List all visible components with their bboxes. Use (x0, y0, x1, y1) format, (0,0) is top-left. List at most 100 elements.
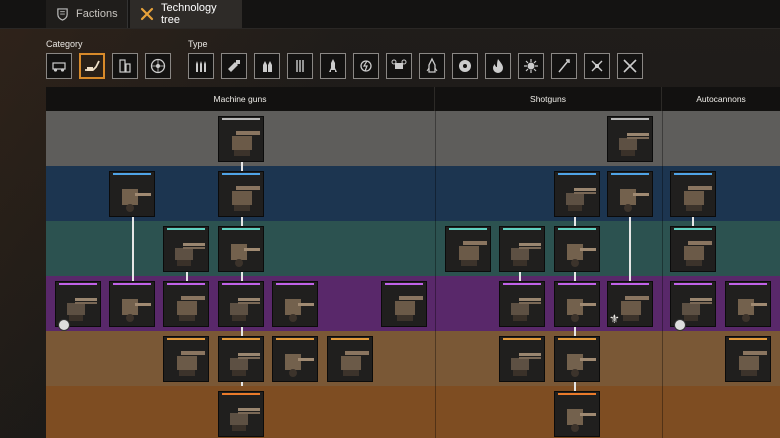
weapon-card[interactable] (499, 226, 545, 272)
flame-icon (493, 59, 503, 73)
rarity-bar (674, 173, 712, 175)
tree-connector (186, 271, 188, 281)
type-drone-quad-button[interactable] (584, 53, 610, 79)
cannon-shell-icon (263, 61, 272, 72)
weapon-card[interactable] (109, 281, 155, 327)
weapon-icon (684, 186, 712, 211)
weapon-icon (122, 299, 151, 322)
weapon-icon (459, 241, 487, 266)
weapon-icon (567, 244, 596, 267)
category-movement-button[interactable] (145, 53, 171, 79)
weapon-card[interactable] (163, 281, 209, 327)
weapon-card[interactable] (499, 281, 545, 327)
weapon-icon (230, 353, 260, 376)
crossed-tools-icon (140, 7, 154, 21)
type-saw-button[interactable] (452, 53, 478, 79)
turret-weapon-icon (85, 60, 100, 71)
weapon-card[interactable] (218, 116, 264, 162)
rarity-bar (331, 338, 369, 340)
type-cannon-button[interactable] (254, 53, 280, 79)
type-harpoon-button[interactable] (551, 53, 577, 79)
type-ammo-button[interactable] (188, 53, 214, 79)
weapon-card[interactable] (109, 171, 155, 217)
weapon-card[interactable] (607, 116, 653, 162)
weapon-card[interactable] (725, 281, 771, 327)
weapon-card[interactable] (218, 281, 264, 327)
rarity-bar (611, 173, 649, 175)
weapon-icon (177, 296, 205, 321)
weapon-icon (122, 189, 151, 212)
weapon-card[interactable] (218, 171, 264, 217)
rarity-bar (276, 338, 314, 340)
weapon-card[interactable] (554, 391, 600, 437)
weapon-card[interactable] (607, 171, 653, 217)
weapon-card[interactable] (499, 336, 545, 382)
weapon-icon (738, 299, 767, 322)
weapon-card[interactable] (163, 336, 209, 382)
weapon-card[interactable] (554, 226, 600, 272)
weapon-card[interactable] (218, 336, 264, 382)
rarity-bar (558, 283, 596, 285)
rarity-bar (503, 283, 541, 285)
tree-connector (692, 216, 694, 226)
weapon-icon (566, 188, 596, 211)
tab-technology-tree-label: Technology tree (161, 2, 217, 26)
harpoon-icon (558, 59, 570, 73)
weapon-icon (177, 351, 205, 376)
fleur-icon: ⚜ (609, 312, 620, 326)
weapon-card[interactable] (554, 171, 600, 217)
type-energy-button[interactable] (353, 53, 379, 79)
technology-tree: Machine guns Shotguns Autocannons ⚜ (46, 87, 780, 438)
drone-icon (391, 59, 407, 69)
tab-technology-tree[interactable]: Technology tree (130, 0, 242, 28)
tab-factions[interactable]: Factions (46, 0, 128, 28)
rarity-bar (674, 228, 712, 230)
category-label: Category (46, 39, 83, 49)
weapon-card[interactable] (163, 226, 209, 272)
weapon-icon (619, 133, 649, 156)
weapon-card[interactable] (445, 226, 491, 272)
drone-quad-icon (591, 60, 603, 72)
type-melee-button[interactable] (617, 53, 643, 79)
weapon-card[interactable] (272, 336, 318, 382)
rarity-bar (449, 228, 487, 230)
mine-icon (524, 59, 538, 73)
type-rocket-button[interactable] (320, 53, 346, 79)
weapon-card[interactable] (554, 281, 600, 327)
vehicle-icon (52, 62, 66, 72)
weapon-icon (232, 131, 260, 156)
rarity-bar (611, 283, 649, 285)
weapon-card[interactable] (272, 281, 318, 327)
weapon-card[interactable] (218, 226, 264, 272)
type-crossbow-button[interactable] (287, 53, 313, 79)
type-launcher-button[interactable] (419, 53, 445, 79)
wheel-icon (150, 58, 166, 74)
saw-blade-icon (459, 60, 471, 72)
ammo-icon (196, 61, 206, 72)
weapon-card[interactable] (327, 336, 373, 382)
weapon-card[interactable] (670, 226, 716, 272)
rarity-bar (113, 173, 151, 175)
category-vehicle-button[interactable] (46, 53, 72, 79)
rarity-bar (222, 228, 260, 230)
weapon-card[interactable] (218, 391, 264, 437)
weapon-card[interactable] (725, 336, 771, 382)
weapon-card[interactable] (381, 281, 427, 327)
column-header-machine-guns: Machine guns (46, 87, 435, 111)
weapon-icon (232, 186, 260, 211)
weapon-icon (511, 353, 541, 376)
tree-connector (519, 271, 521, 281)
type-shotgun-button[interactable] (221, 53, 247, 79)
weapon-icon (511, 298, 541, 321)
type-drone-button[interactable] (386, 53, 412, 79)
category-weapons-button[interactable] (79, 53, 105, 79)
category-equipment-button[interactable] (112, 53, 138, 79)
crossbow-icon (296, 60, 304, 72)
weapon-icon (620, 189, 649, 212)
weapon-card[interactable] (670, 171, 716, 217)
rarity-bar (222, 118, 260, 120)
type-flame-button[interactable] (485, 53, 511, 79)
weapon-icon (285, 299, 314, 322)
type-mine-button[interactable] (518, 53, 544, 79)
weapon-card[interactable] (554, 336, 600, 382)
